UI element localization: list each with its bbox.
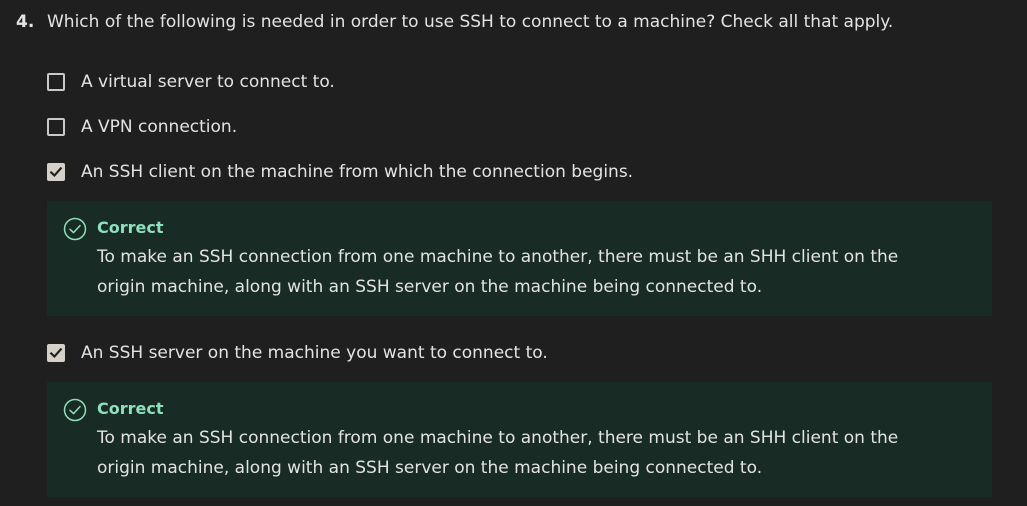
check-circle-icon	[63, 217, 87, 241]
feedback-status: Correct	[97, 218, 164, 237]
feedback-text: To make an SSH connection from one machi…	[97, 428, 899, 478]
feedback-panel-correct: Correct To make an SSH connection from o…	[47, 382, 992, 497]
checkbox-checked[interactable]	[47, 163, 65, 181]
check-circle-icon	[63, 398, 87, 422]
option-ssh-server[interactable]: An SSH server on the machine you want to…	[47, 341, 548, 365]
option-vpn-connection[interactable]: A VPN connection.	[47, 115, 237, 139]
feedback-status: Correct	[97, 399, 164, 418]
checkmark-icon	[49, 347, 63, 359]
option-label: An SSH server on the machine you want to…	[81, 343, 548, 363]
option-virtual-server[interactable]: A virtual server to connect to.	[47, 70, 335, 94]
question-header: 4. Which of the following is needed in or…	[16, 10, 893, 34]
option-label: An SSH client on the machine from which …	[81, 162, 634, 182]
option-label: A virtual server to connect to.	[81, 72, 335, 92]
checkbox-unchecked[interactable]	[47, 118, 65, 136]
option-ssh-client[interactable]: An SSH client on the machine from which …	[47, 160, 633, 184]
feedback-text: To make an SSH connection from one machi…	[97, 247, 899, 297]
question-number: 4.	[16, 12, 35, 32]
option-label: A VPN connection.	[81, 117, 238, 137]
checkmark-icon	[49, 166, 63, 178]
question-text: Which of the following is needed in orde…	[47, 12, 894, 32]
checkbox-checked[interactable]	[47, 344, 65, 362]
feedback-panel-correct: Correct To make an SSH connection from o…	[47, 201, 992, 316]
checkbox-unchecked[interactable]	[47, 73, 65, 91]
